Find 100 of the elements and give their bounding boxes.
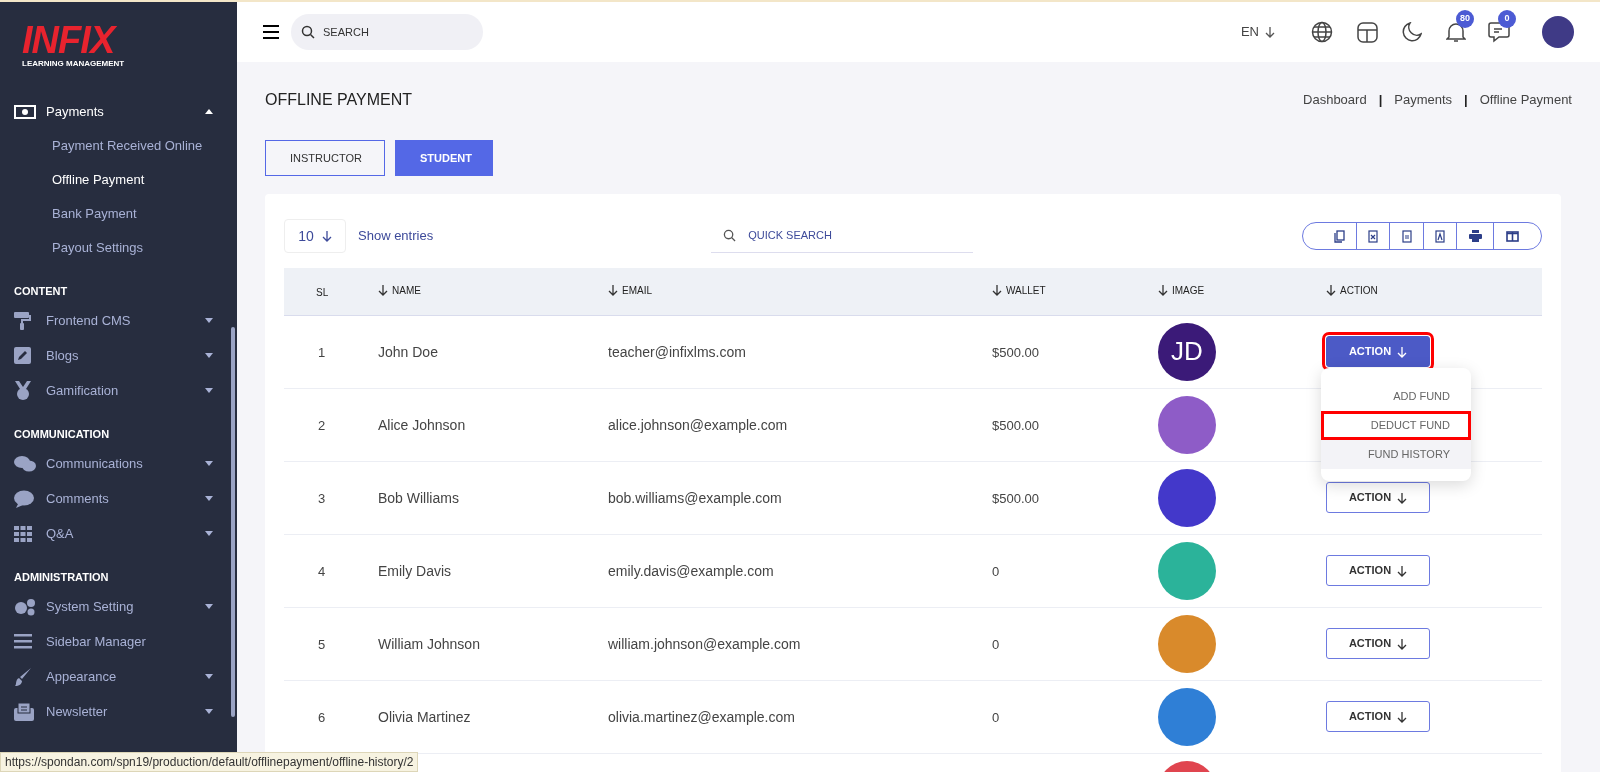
- paint-roller-icon: [14, 311, 32, 330]
- logo: INFIX: [22, 22, 115, 58]
- column-header[interactable]: ACTION: [1326, 282, 1378, 298]
- avatar: JD: [1158, 322, 1216, 381]
- chat-bubble-icon: [14, 489, 34, 508]
- sidebar-item[interactable]: Payments: [0, 94, 237, 129]
- search-icon: [301, 25, 315, 39]
- quick-search-input[interactable]: QUICK SEARCH: [748, 227, 949, 244]
- message-icon[interactable]: [1488, 21, 1510, 43]
- column-header[interactable]: IMAGE: [1158, 282, 1205, 298]
- sidebar-item[interactable]: System Setting: [0, 589, 237, 624]
- notification-count: 80: [1456, 10, 1474, 28]
- language-selector[interactable]: EN: [1240, 22, 1275, 42]
- table-cell: teacher@infixlms.com: [608, 343, 746, 360]
- sidebar-subitem[interactable]: Payout Settings: [0, 231, 237, 265]
- layout-icon[interactable]: [1357, 21, 1378, 43]
- action-button[interactable]: ACTION: [1326, 482, 1430, 513]
- action-button[interactable]: ACTION: [1326, 701, 1430, 732]
- arrow-down-icon: [992, 284, 1002, 297]
- table-cell: emily.davis@example.com: [608, 562, 774, 579]
- message-count: 0: [1498, 10, 1516, 28]
- sidebar-subitem[interactable]: Payment Received Online: [0, 129, 237, 163]
- column-header[interactable]: WALLET: [992, 282, 1046, 298]
- table-cell: alice.johnson@example.com: [608, 416, 788, 433]
- search-icon: [723, 229, 737, 242]
- bell-icon[interactable]: [1446, 21, 1466, 43]
- arrow-down-icon: [1326, 284, 1336, 297]
- table-cell: $500.00: [992, 344, 1039, 360]
- arrow-down-icon: [321, 230, 332, 242]
- arrow-down-icon: [1397, 345, 1408, 358]
- page-size-selector[interactable]: 10: [284, 219, 346, 253]
- table-cell: John Doe: [378, 343, 438, 360]
- brush-icon: [14, 667, 32, 686]
- sidebar-item[interactable]: Comments: [0, 481, 237, 516]
- search-field[interactable]: SEARCH: [291, 14, 483, 50]
- table-cell: 1: [318, 344, 326, 360]
- quick-search-field[interactable]: QUICK SEARCH: [711, 219, 974, 253]
- arrow-down-icon: [1158, 284, 1168, 297]
- section-heading: COMMUNICATION: [13, 426, 111, 442]
- column-header[interactable]: NAME: [378, 282, 421, 298]
- table-cell: 0: [992, 709, 1000, 725]
- table-cell: 0: [992, 563, 1000, 579]
- menu-icon: [14, 634, 32, 649]
- arrow-down-icon: [608, 284, 618, 297]
- breadcrumb-link[interactable]: Payments: [1394, 90, 1453, 110]
- search-input[interactable]: SEARCH: [323, 23, 463, 41]
- status-url: https://spondan.com/spn19/production/default/offlinepayment/offline-history/2: [0, 752, 419, 772]
- section-heading: ADMINISTRATION: [13, 569, 110, 585]
- sidebar-subitem[interactable]: Offline Payment: [0, 163, 237, 197]
- arrow-down-icon: [1397, 564, 1408, 577]
- medal-icon: [14, 380, 32, 401]
- logo-tagline: LEARNING MANAGEMENT: [22, 58, 125, 70]
- globe-icon[interactable]: [1311, 21, 1333, 43]
- user-avatar[interactable]: [1542, 16, 1574, 48]
- sidebar-item[interactable]: Newsletter: [0, 694, 237, 729]
- table-cell: Olivia Martinez: [378, 708, 471, 725]
- sidebar-subitem[interactable]: Bank Payment: [0, 197, 237, 231]
- chat-bubbles-icon: [14, 454, 36, 473]
- table-cell: william.johnson@example.com: [608, 635, 801, 652]
- table-cell: William Johnson: [378, 635, 480, 652]
- sidebar-item[interactable]: Frontend CMS: [0, 303, 237, 338]
- grid-icon: [14, 525, 32, 542]
- table-cell: olivia.martinez@example.com: [608, 708, 795, 725]
- column-header[interactable]: EMAIL: [608, 282, 652, 298]
- breadcrumb-link[interactable]: Offline Payment: [1479, 90, 1572, 110]
- menu-icon[interactable]: [263, 25, 279, 39]
- arrow-down-icon: [1397, 491, 1408, 504]
- breadcrumb-separator: |: [1464, 91, 1468, 110]
- sidebar-item[interactable]: Q&A: [0, 516, 237, 551]
- sidebar-item[interactable]: Communications: [0, 446, 237, 481]
- menu-item[interactable]: ADD FUND: [1321, 382, 1471, 411]
- action-button[interactable]: ACTION: [1326, 628, 1430, 659]
- table-cell: 6: [318, 709, 326, 725]
- show-entries-label: Show entries: [358, 227, 434, 246]
- table-cell: 5: [318, 636, 326, 652]
- arrow-down-icon: [378, 284, 388, 297]
- table-cell: Emily Davis: [378, 562, 452, 579]
- moon-icon[interactable]: [1402, 22, 1422, 42]
- sidebar-item[interactable]: Gamification: [0, 373, 237, 408]
- sidebar-item[interactable]: Appearance: [0, 659, 237, 694]
- arrow-down-icon: [1397, 637, 1408, 650]
- table-cell: 4: [318, 563, 326, 579]
- sidebar-item[interactable]: Sidebar Manager: [0, 624, 237, 659]
- sidebar-item[interactable]: Blogs: [0, 338, 237, 373]
- section-heading: CONTENT: [13, 283, 69, 299]
- table-cell: 0: [992, 636, 1000, 652]
- table-cell: Alice Johnson: [378, 416, 466, 433]
- arrow-down-icon: [1265, 26, 1275, 38]
- menu-item[interactable]: DEDUCT FUND: [1321, 411, 1471, 440]
- table-cell: $500.00: [992, 417, 1039, 433]
- breadcrumb-separator: |: [1378, 91, 1383, 110]
- action-button[interactable]: ACTION: [1326, 555, 1430, 586]
- newsletter-icon: [14, 702, 34, 721]
- tab[interactable]: STUDENT: [395, 140, 493, 176]
- table-cell: 3: [318, 490, 326, 506]
- column-header[interactable]: SL: [316, 285, 329, 301]
- tab[interactable]: INSTRUCTOR: [265, 140, 385, 176]
- arrow-down-icon: [1397, 710, 1408, 723]
- menu-item[interactable]: FUND HISTORY: [1321, 440, 1471, 469]
- breadcrumb-link[interactable]: Dashboard: [1303, 90, 1367, 110]
